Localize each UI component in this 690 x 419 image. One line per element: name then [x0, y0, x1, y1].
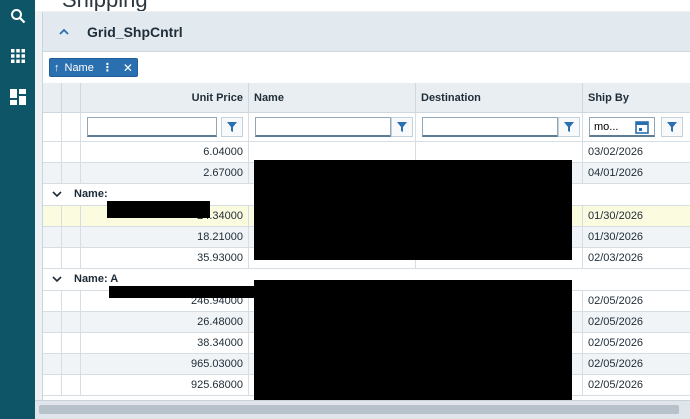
row-expand-cell [43, 142, 62, 163]
page-title: Shipping [62, 0, 148, 11]
column-header-name[interactable]: Name [249, 83, 416, 113]
calendar-icon[interactable] [635, 120, 649, 134]
close-icon[interactable]: ✕ [123, 61, 133, 75]
column-header-unit-price[interactable]: Unit Price [81, 83, 249, 113]
row-select-cell [62, 163, 81, 184]
redaction-block [107, 201, 210, 218]
unit-price-cell[interactable]: 35.93000 [81, 248, 249, 269]
ship-by-cell[interactable]: 02/05/2026 [583, 291, 690, 312]
column-header-destination[interactable]: Destination [416, 83, 583, 113]
filter-cell-unit-price [81, 113, 249, 142]
name-filter-input[interactable] [255, 117, 391, 137]
ship-by-cell[interactable]: 02/05/2026 [583, 375, 690, 396]
chevron-down-icon[interactable] [51, 273, 63, 285]
grid-apps-icon[interactable] [0, 42, 35, 70]
dashboard-icon[interactable] [0, 83, 35, 111]
filter-cell-destination [416, 113, 583, 142]
funnel-icon[interactable] [661, 117, 683, 137]
filter-expand-cell [43, 113, 62, 142]
redaction-block [254, 280, 572, 410]
ship-by-cell[interactable]: 02/05/2026 [583, 333, 690, 354]
filter-row [43, 113, 690, 142]
header-expand-cell [43, 83, 62, 113]
horizontal-scrollbar[interactable] [35, 400, 690, 419]
row-select-cell [62, 142, 81, 163]
grid-panel: Grid_ShpCntrl ↑ Name ⋮ ✕ Unit Price Name… [42, 12, 690, 412]
row-expand-cell [43, 375, 62, 396]
ship-by-cell[interactable]: 03/02/2026 [583, 142, 690, 163]
row-expand-cell [43, 227, 62, 248]
row-expand-cell [43, 354, 62, 375]
redaction-block [254, 160, 572, 260]
left-nav-rail [0, 0, 35, 419]
chevron-up-icon[interactable] [57, 25, 71, 39]
unit-price-cell[interactable]: 38.34000 [81, 333, 249, 354]
ship-by-cell[interactable]: 02/05/2026 [583, 312, 690, 333]
funnel-icon[interactable] [558, 117, 580, 137]
destination-filter-input[interactable] [422, 117, 558, 137]
filter-cell-ship-by [583, 113, 690, 142]
panel-header[interactable]: Grid_ShpCntrl [43, 12, 690, 52]
unit-price-cell[interactable]: 925.68000 [81, 375, 249, 396]
group-chip-name[interactable]: ↑ Name ⋮ ✕ [49, 58, 138, 77]
row-select-cell [62, 227, 81, 248]
ship-by-cell[interactable]: 04/01/2026 [583, 163, 690, 184]
row-select-cell [62, 333, 81, 354]
row-expand-cell [43, 312, 62, 333]
ship-by-cell[interactable]: 02/05/2026 [583, 354, 690, 375]
group-label: Name: A [74, 273, 119, 285]
ship-by-cell[interactable]: 02/03/2026 [583, 248, 690, 269]
scrollbar-thumb[interactable] [39, 405, 679, 414]
unit-price-cell[interactable]: 18.21000 [81, 227, 249, 248]
row-expand-cell [43, 333, 62, 354]
row-expand-cell [43, 206, 62, 227]
row-select-cell [62, 375, 81, 396]
filter-cell-name [249, 113, 416, 142]
sort-ascending-icon[interactable]: ↑ [54, 62, 60, 74]
unit-price-cell[interactable]: 6.04000 [81, 142, 249, 163]
group-by-panel: ↑ Name ⋮ ✕ [43, 53, 690, 83]
unit-price-cell[interactable]: 26.48000 [81, 312, 249, 333]
row-select-cell [62, 312, 81, 333]
header-row: Unit Price Name Destination Ship By [43, 83, 690, 113]
search-icon[interactable] [0, 2, 35, 30]
page-title-strip: Shipping [35, 0, 690, 11]
row-select-cell [62, 248, 81, 269]
unit-price-cell[interactable]: 2.67000 [81, 163, 249, 184]
group-chip-label: Name [64, 61, 94, 74]
main-area: Shipping Grid_ShpCntrl ↑ Name ⋮ ✕ Unit P… [35, 0, 690, 419]
row-expand-cell [43, 163, 62, 184]
more-vertical-icon[interactable]: ⋮ [102, 61, 113, 74]
row-expand-cell [43, 248, 62, 269]
chevron-down-icon[interactable] [51, 188, 63, 200]
header-select-cell [62, 83, 81, 113]
filter-select-cell [62, 113, 81, 142]
row-select-cell [62, 291, 81, 312]
column-header-ship-by[interactable]: Ship By [583, 83, 690, 113]
unit-price-cell[interactable]: 965.03000 [81, 354, 249, 375]
panel-title: Grid_ShpCntrl [87, 24, 183, 40]
row-select-cell [62, 354, 81, 375]
row-expand-cell [43, 291, 62, 312]
row-select-cell [62, 206, 81, 227]
group-label: Name: [74, 188, 108, 200]
funnel-icon[interactable] [391, 117, 413, 137]
ship-by-cell[interactable]: 01/30/2026 [583, 206, 690, 227]
ship-by-cell[interactable]: 01/30/2026 [583, 227, 690, 248]
unit-price-filter-input[interactable] [87, 117, 217, 137]
redaction-block [109, 286, 255, 298]
funnel-icon[interactable] [221, 117, 243, 137]
